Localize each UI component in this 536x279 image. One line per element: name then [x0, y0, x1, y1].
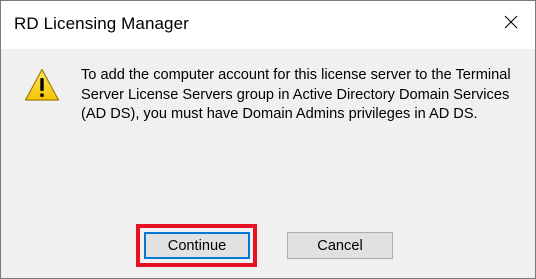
dialog-content: To add the computer account for this lic… [1, 49, 535, 278]
dialog-title: RD Licensing Manager [14, 14, 189, 33]
dialog-message: To add the computer account for this lic… [81, 67, 511, 122]
cancel-button[interactable]: Cancel [287, 232, 393, 259]
close-button[interactable] [491, 5, 531, 39]
close-icon [504, 15, 518, 29]
warning-icon [24, 68, 60, 102]
rd-licensing-manager-dialog: RD Licensing Manager To add the computer… [0, 0, 536, 279]
continue-button[interactable]: Continue [144, 232, 250, 259]
title-bar: RD Licensing Manager [1, 1, 535, 49]
